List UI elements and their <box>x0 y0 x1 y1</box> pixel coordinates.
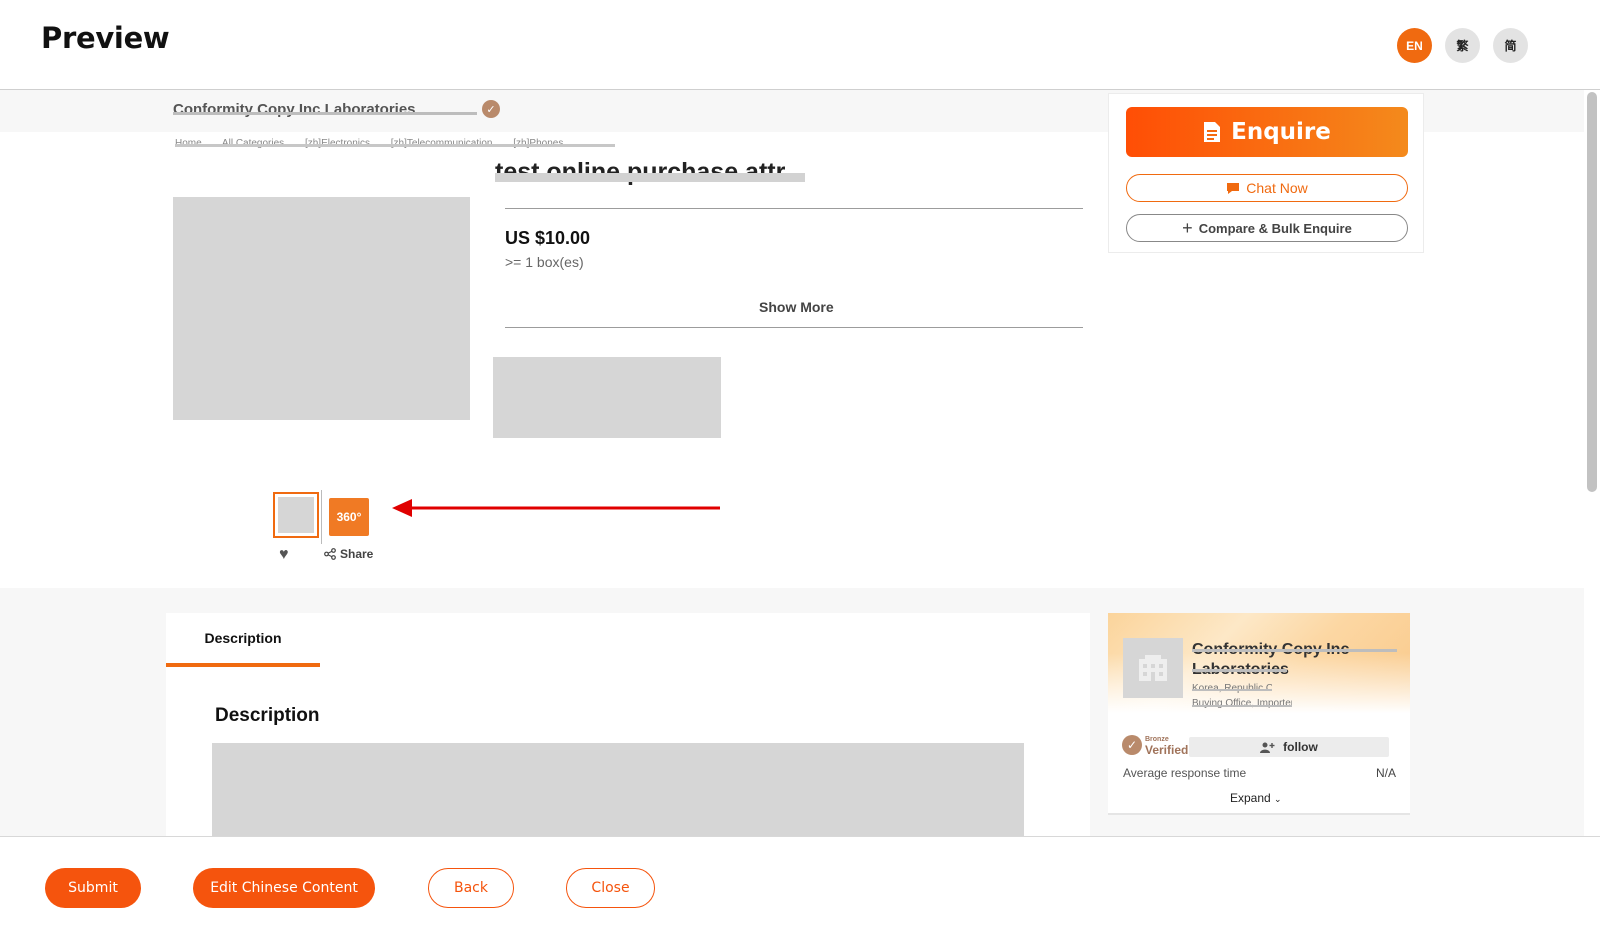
annotation-arrow-icon <box>390 496 730 520</box>
share-button[interactable]: Share <box>324 547 373 561</box>
company-logo[interactable] <box>1123 638 1183 698</box>
add-user-icon <box>1260 742 1275 753</box>
divider <box>505 208 1083 209</box>
page-title: Preview <box>41 21 170 55</box>
description-image-placeholder <box>212 743 1024 836</box>
enquiry-action-card: Enquire Chat Now + Compare & Bulk Enquir… <box>1108 93 1424 253</box>
lang-simplified-chinese-button[interactable]: 简 <box>1493 28 1528 63</box>
back-button[interactable]: Back <box>428 868 514 908</box>
chat-now-label: Chat Now <box>1246 180 1308 196</box>
verified-check-icon: ✓ <box>1122 735 1142 755</box>
chat-now-button[interactable]: Chat Now <box>1126 174 1408 202</box>
company-name-redacted[interactable]: Conformity Copy Inc Laboratories <box>173 101 477 123</box>
breadcrumb-item[interactable]: [zh]Telecommunication <box>391 138 493 149</box>
submit-button[interactable]: Submit <box>45 868 141 908</box>
footer-action-bar: Submit Edit Chinese Content Back Close <box>0 836 1600 937</box>
thumbnail-separator <box>321 490 322 544</box>
preview-viewport: Conformity Copy Inc Laboratories ✓ Home … <box>0 90 1600 836</box>
verified-label: Verified <box>1145 743 1189 757</box>
breadcrumb-item[interactable]: All Categories <box>222 138 284 149</box>
divider <box>505 327 1083 328</box>
plus-icon: + <box>1182 218 1193 238</box>
wishlist-heart-icon[interactable]: ♥ <box>279 546 297 564</box>
breadcrumb-item[interactable]: [zh]Electronics <box>305 138 370 149</box>
edit-chinese-content-button[interactable]: Edit Chinese Content <box>193 868 375 908</box>
tab-description[interactable]: Description <box>166 613 320 667</box>
image-thumbnail-selected[interactable] <box>273 492 319 538</box>
product-content-panel: Description Description <box>166 613 1090 836</box>
expand-label: Expand <box>1230 791 1271 805</box>
share-label: Share <box>340 547 374 561</box>
average-response-time-label: Average response time <box>1123 766 1247 780</box>
company-card: Conformity Copy Inc Laboratories Korea, … <box>1108 613 1410 815</box>
compare-bulk-enquire-button[interactable]: + Compare & Bulk Enquire <box>1126 214 1408 242</box>
description-heading: Description <box>215 705 320 726</box>
lang-traditional-chinese-button[interactable]: 繁 <box>1445 28 1480 63</box>
preview-header: Preview EN 繁 简 <box>0 0 1600 90</box>
view-360-thumbnail[interactable]: 360° <box>329 498 369 536</box>
follow-label: follow <box>1283 740 1318 754</box>
breadcrumb-item[interactable]: [zh]Phones <box>513 138 563 149</box>
close-button[interactable]: Close <box>566 868 655 908</box>
lang-en-button[interactable]: EN <box>1397 28 1432 63</box>
thumbnail-image <box>278 497 314 533</box>
specification-image-placeholder <box>493 357 721 438</box>
share-icon <box>324 548 336 560</box>
view-360-icon: 360° <box>336 510 362 524</box>
company-country: Korea, Republic Of <box>1192 683 1272 697</box>
chat-bubble-icon <box>1227 182 1240 194</box>
breadcrumb-item[interactable]: Home <box>175 138 202 149</box>
preview-scrollbar[interactable] <box>1584 90 1600 836</box>
document-icon <box>1204 122 1221 142</box>
bronze-verified-badge: ✓ Bronze Verified <box>1122 735 1189 757</box>
chevron-down-icon: ⌄ <box>1274 794 1282 804</box>
building-icon <box>1139 655 1167 681</box>
scrollbar-thumb[interactable] <box>1587 92 1597 492</box>
main-product-image[interactable] <box>173 197 470 420</box>
enquire-button[interactable]: Enquire <box>1126 107 1408 157</box>
enquire-label: Enquire <box>1231 119 1331 145</box>
follow-button[interactable]: follow <box>1189 737 1389 757</box>
average-response-time-value: N/A <box>1375 766 1396 780</box>
verified-badge-icon: ✓ <box>482 100 500 118</box>
minimum-order-quantity: >= 1 box(es) <box>505 254 584 270</box>
product-price: US $10.00 <box>505 228 591 248</box>
expand-button[interactable]: Expand ⌄ <box>1230 791 1282 805</box>
product-title: test online purchase attr <box>495 158 805 190</box>
show-more-button[interactable]: Show More <box>759 299 834 315</box>
company-business-type: Buying Office, Importer <box>1192 698 1292 712</box>
company-card-name[interactable]: Conformity Copy Inc Laboratories <box>1192 640 1397 682</box>
compare-label: Compare & Bulk Enquire <box>1198 220 1352 236</box>
breadcrumb[interactable]: Home All Categories [zh]Electronics [zh]… <box>175 138 615 152</box>
